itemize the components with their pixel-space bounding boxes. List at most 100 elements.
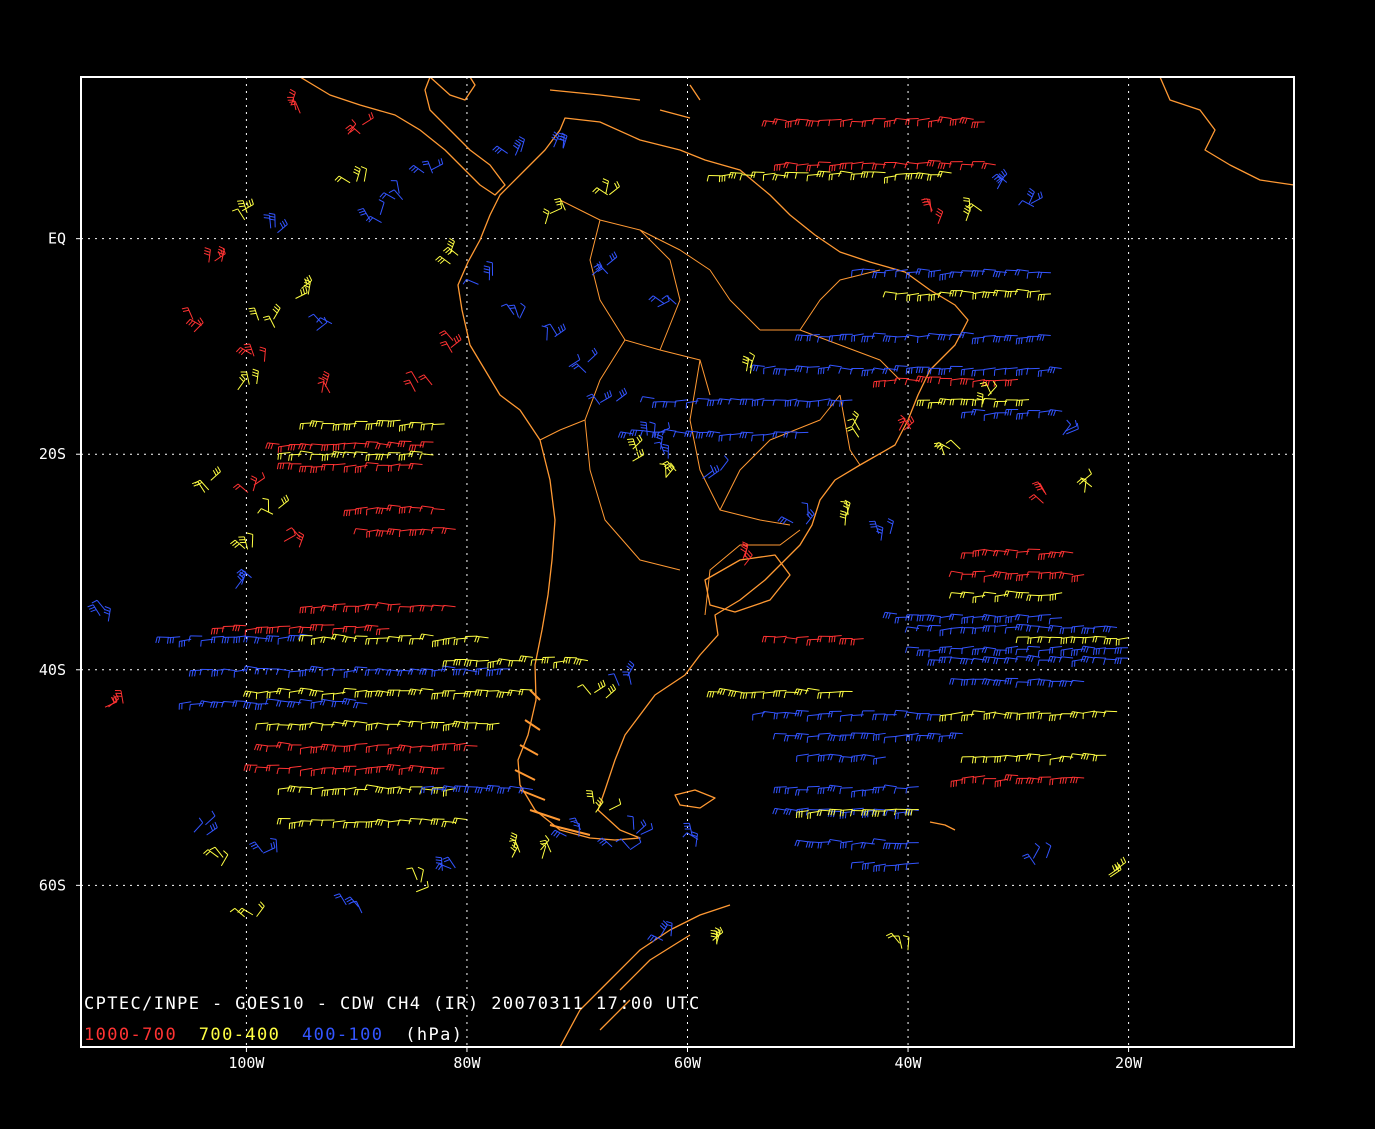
wind-barb-mid: [243, 691, 257, 697]
wind-barb-mid: [436, 256, 451, 264]
wind-barb-low: [936, 208, 943, 223]
coastlines: [300, 77, 1294, 1047]
wind-barb-high: [1033, 843, 1039, 858]
wind-barb-high: [994, 650, 1007, 656]
wind-barb-mid: [406, 868, 417, 880]
wind-barb-high: [983, 626, 996, 632]
wind-barb-high: [156, 637, 169, 643]
map-title: CPTEC/INPE - GOES10 - CDW CH4 (IR) 20070…: [84, 994, 701, 1014]
wind-barb-low: [362, 112, 373, 125]
wind-barb-high: [289, 671, 302, 678]
antarctic-peninsula-coastline: [560, 905, 730, 1047]
wind-barb-high: [706, 431, 720, 437]
wind-barb-mid: [475, 724, 488, 730]
wind-barb-high: [884, 736, 897, 743]
wind-barb-mid: [409, 639, 422, 645]
legend-item-2: 400-100: [302, 1025, 383, 1045]
wind-barb-high: [1082, 628, 1095, 634]
wind-barb-mid: [203, 850, 218, 858]
wind-barb-mid: [795, 173, 808, 179]
wind-barb-low: [333, 464, 346, 471]
wind-barb-high: [762, 712, 776, 718]
wind-barb-mid: [310, 690, 324, 696]
wind-barb-low: [431, 768, 444, 774]
wind-barb-high: [649, 422, 655, 437]
pressure-legend: 1000-700700-400400-100(hPa): [84, 1025, 463, 1045]
wind-barb-high: [616, 839, 630, 849]
wind-vectors: [88, 89, 1129, 950]
wind-barb-high: [358, 208, 370, 219]
wind-barb-low: [343, 626, 356, 632]
wind-barb-high: [1049, 618, 1062, 625]
wind-barb-high: [983, 368, 995, 376]
wind-barb-low: [1027, 549, 1040, 555]
south-georgia-coastline: [930, 822, 955, 830]
wind-barb-high: [520, 303, 526, 318]
wind-barb-mid: [242, 199, 253, 211]
wind-barb-high: [436, 864, 451, 870]
wind-barb-high: [971, 409, 985, 415]
wind-barb-high: [1070, 680, 1084, 686]
wind-barb-mid: [247, 533, 253, 547]
wind-barb-high: [255, 704, 268, 710]
wind-barb-high: [917, 650, 930, 656]
wind-barb-high: [828, 785, 842, 791]
wind-barb-high: [1046, 843, 1051, 858]
wind-barb-high: [308, 314, 322, 324]
wind-barb-mid: [487, 723, 500, 730]
wind-barb-high: [351, 901, 362, 913]
wind-barb-high: [784, 809, 798, 815]
wind-barb-mid: [895, 293, 908, 300]
wind-barb-high: [263, 842, 275, 853]
wind-barb-high: [828, 839, 842, 845]
wind-barb-high: [391, 181, 399, 194]
wind-barb-low: [939, 378, 952, 384]
wind-barb-low: [277, 768, 290, 774]
wind-barb-high: [476, 668, 489, 675]
wind-barb-mid: [375, 819, 389, 825]
wind-barb-high: [640, 397, 654, 403]
map-canvas: 100W80W60W40W20W EQ20S40S60S CPTEC/INPE …: [0, 0, 1375, 1125]
wind-barb-high: [379, 200, 384, 215]
wind-barb-mid: [1050, 593, 1062, 601]
wind-barb-mid: [311, 787, 323, 795]
legend-item-0: 1000-700: [84, 1025, 177, 1045]
wind-barb-low: [960, 117, 974, 123]
wind-barb-high: [1037, 272, 1050, 278]
wind-barb-low: [904, 416, 914, 430]
wind-barb-low: [288, 745, 301, 751]
y-tick-label: 60S: [39, 876, 66, 894]
wind-barb-mid: [353, 166, 360, 181]
wind-barb-mid: [872, 172, 886, 178]
wind-barb-high: [588, 348, 597, 362]
wind-barb-low: [431, 509, 445, 515]
wind-barb-mid: [464, 660, 478, 666]
wind-barb-high: [887, 519, 893, 534]
wind-barb-high: [751, 365, 765, 371]
south-america-coastline: [458, 118, 968, 840]
country-borders: [540, 200, 900, 615]
wind-barb-high: [432, 669, 444, 676]
wind-barb-high: [1004, 335, 1017, 341]
wind-barb-high: [1048, 626, 1062, 632]
wind-barb-mid: [420, 689, 434, 695]
wind-map-figure: 100W80W60W40W20W EQ20S40S60S CPTEC/INPE …: [0, 0, 1375, 1125]
wind-barb-high: [929, 270, 941, 278]
wind-barb-low: [398, 745, 412, 751]
wind-barb-mid: [542, 657, 555, 663]
wind-barb-low: [365, 625, 379, 631]
wind-barb-mid: [211, 466, 221, 480]
wind-barb-high: [353, 702, 367, 708]
wind-barb-high: [949, 614, 963, 620]
wind-barb-high: [1050, 646, 1063, 653]
wind-barb-high: [797, 754, 809, 762]
y-tick-label: 40S: [39, 661, 66, 679]
wind-barb-mid: [918, 294, 930, 301]
wind-barb-low: [288, 464, 301, 470]
x-tick-label: 20W: [1115, 1054, 1143, 1072]
wind-barb-mid: [886, 933, 899, 943]
wind-barb-mid: [540, 843, 545, 858]
wind-barb-high: [873, 733, 885, 741]
wind-barb-low: [266, 443, 280, 449]
wind-barb-low: [961, 553, 974, 559]
